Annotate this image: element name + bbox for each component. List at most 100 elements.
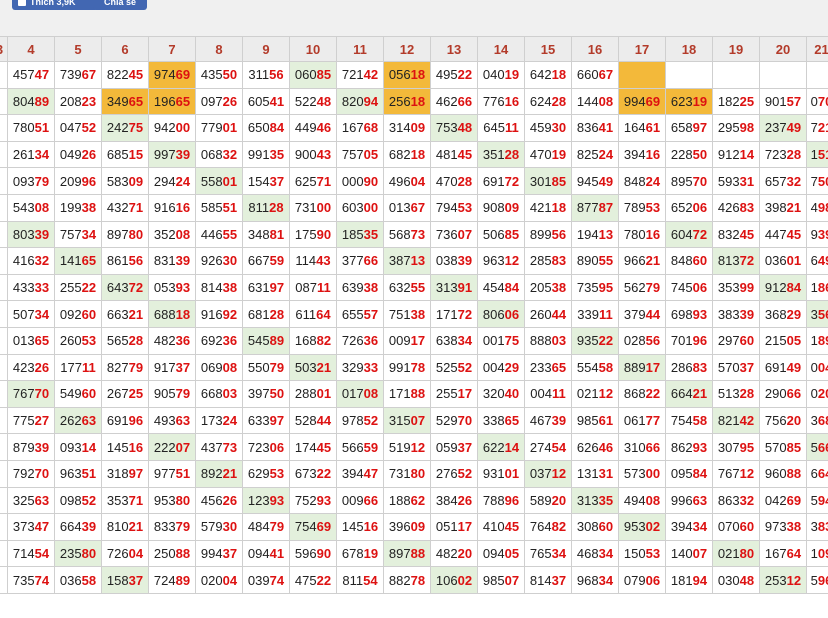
result-cell: 64511 bbox=[477, 114, 525, 142]
result-cell: 99178 bbox=[383, 353, 431, 382]
result-cell: 56279 bbox=[618, 273, 666, 302]
column-header: 4 bbox=[7, 36, 55, 62]
result-cell: 04019 bbox=[477, 61, 525, 89]
result-cell: 14516 bbox=[101, 433, 149, 461]
result-cell: 69172 bbox=[477, 167, 525, 195]
result-cell: 67819 bbox=[336, 539, 384, 568]
result-cell: 49522 bbox=[430, 61, 478, 89]
facebook-like-button[interactable]: Thích 3,9K bbox=[12, 0, 98, 10]
result-cell: 43271 bbox=[101, 193, 149, 222]
result-cell: 29424 bbox=[148, 167, 196, 195]
result-cell: 72328 bbox=[759, 140, 807, 169]
result-cell: 26044 bbox=[524, 300, 572, 328]
result-cell: 17590 bbox=[289, 220, 337, 249]
result-cell: 26725 bbox=[101, 380, 149, 408]
result-cell: 49363 bbox=[148, 406, 196, 435]
result-cell: 91616 bbox=[148, 193, 196, 222]
result-cell: 30860 bbox=[571, 513, 619, 541]
result-cell: 60472 bbox=[665, 220, 713, 249]
result-cell: 66321 bbox=[101, 300, 149, 328]
result-cell: 83139 bbox=[148, 247, 196, 275]
result-cell: 04752 bbox=[54, 114, 102, 142]
table-row: 43333 25522 64372 05393 81438 63197 08711 63938… bbox=[0, 273, 828, 302]
result-cell: 96621 bbox=[618, 247, 666, 275]
result-cell: 63938 bbox=[336, 273, 384, 302]
table-row: 71454 23580 72604 25088 99437 09441 59690 67819… bbox=[0, 539, 828, 568]
result-cell: 29760 bbox=[712, 326, 760, 355]
result-cell: 15437 bbox=[242, 167, 290, 195]
result-cell: 189 bbox=[806, 326, 828, 355]
result-cell: 939 bbox=[806, 220, 828, 249]
result-cell: 60300 bbox=[336, 193, 384, 222]
result-cell: 20538 bbox=[524, 273, 572, 302]
result-cell: 97469 bbox=[148, 61, 196, 89]
result-cell: 96834 bbox=[571, 566, 619, 594]
result-cell: 00175 bbox=[477, 326, 525, 355]
result-cell: 45930 bbox=[524, 114, 572, 142]
result-cell: 90043 bbox=[289, 140, 337, 169]
result-cell: 24275 bbox=[101, 114, 149, 142]
result-cell: 52970 bbox=[430, 406, 478, 435]
result-cell: 44946 bbox=[289, 114, 337, 142]
result-cell: 43333 bbox=[7, 273, 55, 302]
result-cell: 186 bbox=[806, 273, 828, 302]
result-cell: 109 bbox=[806, 539, 828, 568]
result-cell: 72604 bbox=[101, 539, 149, 568]
column-header: 8 bbox=[195, 36, 243, 62]
result-cell: 09379 bbox=[7, 167, 55, 195]
result-cell: 56659 bbox=[336, 433, 384, 461]
facebook-share-button[interactable]: Chia sẻ bbox=[93, 0, 147, 10]
column-header: 9 bbox=[242, 36, 290, 62]
result-cell: 05618 bbox=[383, 61, 431, 89]
result-cell: 50734 bbox=[7, 300, 55, 328]
top-bar: Thích 3,9K Chia sẻ bbox=[0, 0, 828, 20]
result-cell: 96351 bbox=[54, 459, 102, 488]
result-cell: 75458 bbox=[665, 406, 713, 435]
table-row: 73574 03658 15837 72489 02004 03974 47522 81154… bbox=[0, 566, 828, 594]
result-cell bbox=[0, 406, 8, 435]
result-cell: 64218 bbox=[524, 61, 572, 89]
result-cell: 06908 bbox=[195, 353, 243, 382]
result-cell: 39416 bbox=[618, 140, 666, 169]
result-cell: 83641 bbox=[571, 114, 619, 142]
result-cell: 52844 bbox=[289, 406, 337, 435]
table-row: 26134 04926 68515 99739 06832 99135 90043 75705… bbox=[0, 140, 828, 169]
result-cell: 14007 bbox=[665, 539, 713, 568]
result-cell: 73180 bbox=[383, 459, 431, 488]
result-cell: 31897 bbox=[101, 459, 149, 488]
result-cell: 34965 bbox=[101, 87, 149, 116]
result-cell: 750 bbox=[806, 167, 828, 195]
result-cell: 62428 bbox=[524, 87, 572, 116]
table-row: 79270 96351 31897 97751 89221 62953 67322 39447… bbox=[0, 459, 828, 488]
result-cell: 383 bbox=[806, 513, 828, 541]
result-cell: 48479 bbox=[242, 513, 290, 541]
table-row: 42326 17711 82779 91737 06908 55079 50321 32933… bbox=[0, 353, 828, 382]
result-cell: 65557 bbox=[336, 300, 384, 328]
result-cell bbox=[0, 273, 8, 302]
result-cell bbox=[0, 326, 8, 355]
result-cell: 00966 bbox=[336, 486, 384, 515]
result-cell: 45484 bbox=[477, 273, 525, 302]
result-cell: 06832 bbox=[195, 140, 243, 169]
result-cell: 18535 bbox=[336, 220, 384, 249]
result-cell: 02112 bbox=[571, 380, 619, 408]
result-cell bbox=[0, 566, 8, 594]
result-cell: 72489 bbox=[148, 566, 196, 594]
result-cell: 37766 bbox=[336, 247, 384, 275]
result-cell: 07906 bbox=[618, 566, 666, 594]
result-cell: 04269 bbox=[759, 486, 807, 515]
table-row: 01365 26053 56528 48236 69236 54589 16882 72636… bbox=[0, 326, 828, 355]
result-cell: 89570 bbox=[665, 167, 713, 195]
result-cell: 76534 bbox=[524, 539, 572, 568]
column-header: 16 bbox=[571, 36, 619, 62]
result-cell: 56873 bbox=[383, 220, 431, 249]
result-cell: 76770 bbox=[7, 380, 55, 408]
result-cell: 35371 bbox=[101, 486, 149, 515]
result-cell: 649 bbox=[806, 247, 828, 275]
result-cell: 14516 bbox=[336, 513, 384, 541]
result-cell: 43550 bbox=[195, 61, 243, 89]
result-cell: 28583 bbox=[524, 247, 572, 275]
result-cell: 77616 bbox=[477, 87, 525, 116]
result-cell bbox=[0, 433, 8, 461]
result-cell: 09314 bbox=[54, 433, 102, 461]
